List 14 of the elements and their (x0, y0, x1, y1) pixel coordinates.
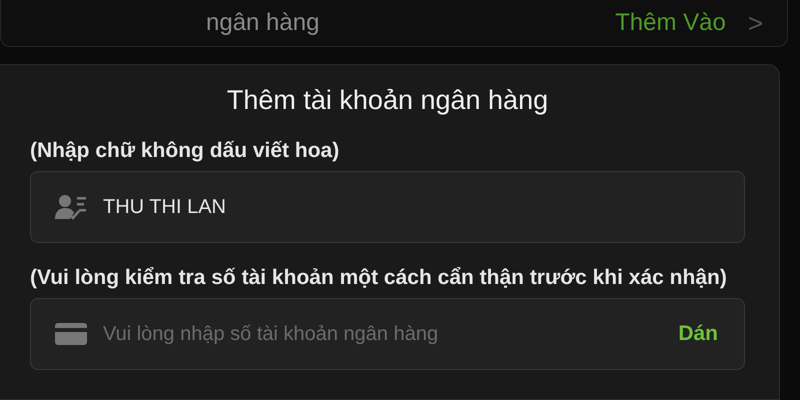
bank-account-row[interactable]: ngân hàng Thêm Vào > (0, 0, 788, 47)
card-icon (55, 323, 87, 345)
name-field[interactable]: THU THI LAN (30, 171, 745, 243)
field-hint: (Vui lòng kiểm tra số tài khoản một cách cẩn thận trước khi xác nhận) (30, 265, 728, 290)
row-label: ngân hàng (206, 9, 320, 37)
person-icon (55, 194, 87, 220)
text-input[interactable]: Vui lòng nhập số tài khoản ngân hàng (101, 322, 664, 346)
account-number-field[interactable]: Vui lòng nhập số tài khoản ngân hàng Dán (30, 298, 745, 370)
add-link[interactable]: Thêm Vào (615, 9, 726, 37)
paste-button[interactable]: Dán (678, 322, 718, 346)
chevron-icon: > (748, 8, 763, 38)
dialog-title: Thêm tài khoản ngân hàng (226, 85, 550, 116)
field-hint: (Nhập chữ không dấu viết hoa) (30, 138, 340, 163)
text-input[interactable]: THU THI LAN (101, 194, 718, 220)
